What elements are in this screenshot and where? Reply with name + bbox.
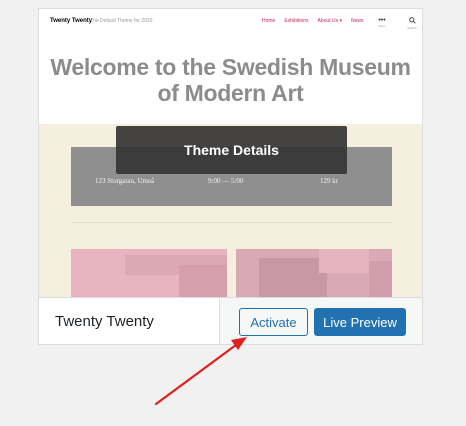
preview-hours: 9:00 — 5:00 [208,177,244,185]
preview-divider [71,222,392,223]
preview-nav: Home Exhibitions About Us ▾ News [262,18,364,24]
search-icon [406,17,418,26]
preview-nav-item: About Us ▾ [317,18,342,24]
preview-address: 123 Storgatan, Umeå [95,177,155,185]
live-preview-button[interactable]: Live Preview [314,308,406,336]
preview-nav-item: Exhibitions [284,18,309,24]
preview-price: 129 kr [320,177,339,185]
preview-search-caption: Search [407,26,417,30]
preview-search: Search [406,17,418,30]
activate-button[interactable]: Activate [239,308,308,336]
preview-image-right-block [319,249,369,273]
theme-name: Twenty Twenty [39,298,220,344]
preview-image-left-block [179,265,227,297]
preview-site-title: Twenty Twenty [50,18,93,24]
preview-menu: ••• Menu [376,17,388,30]
preview-image-right-block [369,261,392,297]
preview-nav-item: Home [262,18,276,24]
preview-header-icons: ••• Menu Search [376,17,418,30]
preview-hero-title: Welcome to the Swedish Museum of Modern … [50,54,411,106]
theme-screenshot[interactable]: Twenty Twenty The Default Theme for 2020… [39,9,422,297]
preview-menu-caption: Menu [378,24,386,28]
theme-card-footer: Twenty Twenty Activate Live Preview [39,297,422,344]
theme-preview-header: Twenty Twenty The Default Theme for 2020… [39,9,422,39]
preview-image-right-block [259,258,327,297]
preview-nav-item: News [351,18,364,24]
menu-dots-icon: ••• [378,17,386,24]
theme-details-button[interactable]: Theme Details [116,126,347,174]
theme-card[interactable]: Twenty Twenty The Default Theme for 2020… [38,8,423,345]
preview-site-description: The Default Theme for 2020 [90,18,153,24]
